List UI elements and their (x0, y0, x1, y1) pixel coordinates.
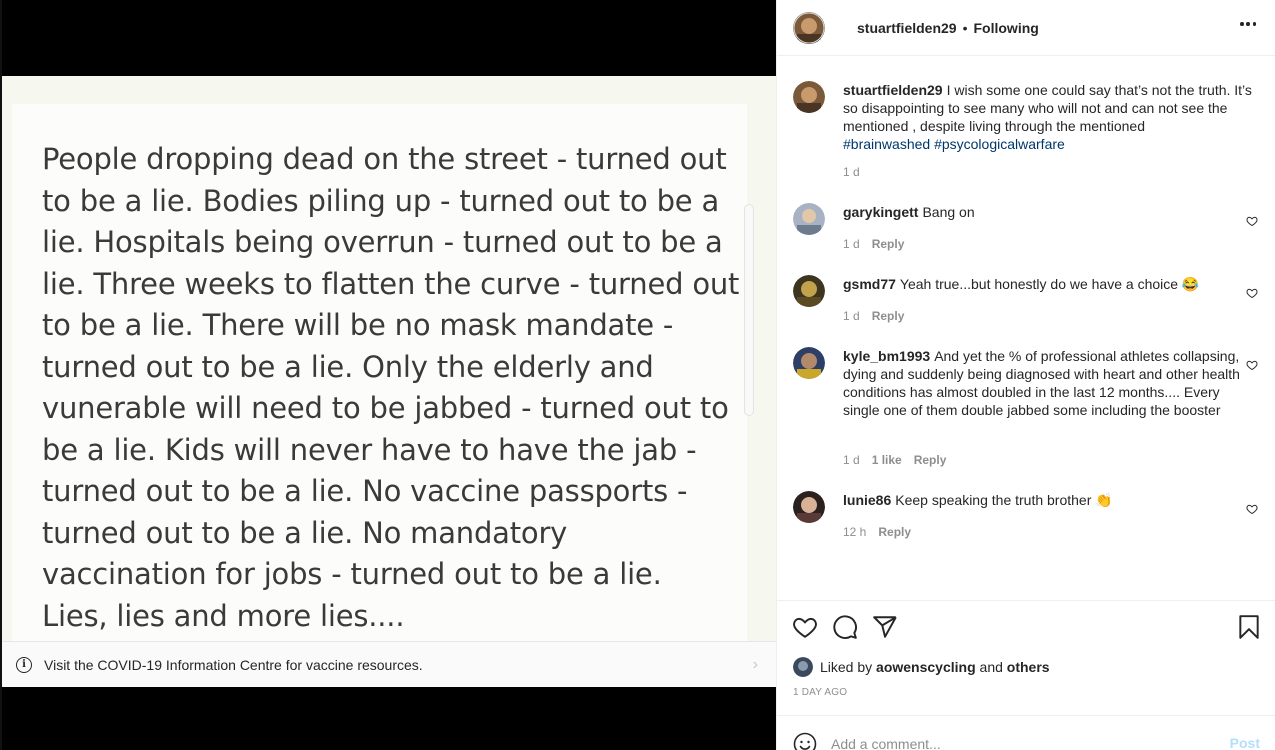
image-text-line: to be a lie. Bodies piling up - turned o… (42, 183, 720, 218)
avatar[interactable] (793, 11, 825, 44)
liked-others-link[interactable]: others (1007, 659, 1050, 675)
caption: stuartfielden29 I wish some one could say… (793, 81, 1253, 211)
heart-icon[interactable] (1246, 215, 1258, 227)
comment-meta: 1 d 1 like Reply (843, 453, 946, 467)
avatar[interactable] (793, 657, 813, 677)
info-icon: i (16, 656, 32, 673)
post-timestamp[interactable]: 1 DAY AGO (793, 687, 847, 698)
liked-and: and (979, 659, 1003, 675)
separator-dot: • (962, 19, 968, 36)
header-username[interactable]: stuartfielden29 (857, 20, 957, 36)
post-media: People dropping dead on the street - tur… (0, 0, 776, 750)
caption-username[interactable]: stuartfielden29 (843, 82, 943, 98)
heart-icon[interactable] (792, 614, 818, 640)
image-text-line: turned out to be a lie. Only the elderly… (42, 349, 654, 384)
covid-banner-text: Visit the COVID-19 Information Centre fo… (44, 656, 423, 673)
chevron-right-icon: › (752, 656, 758, 673)
image-text-line: turned out to be a lie. No mandatory (42, 515, 568, 550)
liked-user-link[interactable]: aowenscycling (876, 659, 976, 675)
following-button[interactable]: Following (974, 20, 1039, 36)
hashtag-part: #psycological (934, 136, 1019, 152)
image-text-line: People dropping dead on the street - tur… (42, 142, 727, 176)
hashtag-link[interactable]: #psycologicalwarfare (934, 136, 1065, 152)
image-text-line: vaccination for jobs - turned out to be … (42, 557, 662, 591)
comment-time[interactable]: 1 d (843, 453, 860, 467)
comment-meta: 1 d Reply (843, 237, 904, 251)
comment-time[interactable]: 1 d (843, 309, 860, 323)
comment-username[interactable]: gsmd77 (843, 276, 896, 292)
comment-username[interactable]: kyle_bm1993 (843, 348, 930, 364)
emoji-icon[interactable] (793, 732, 817, 750)
avatar[interactable] (793, 491, 825, 523)
comment-text: Keep speaking the truth brother 👏 (895, 492, 1113, 508)
post-image[interactable]: People dropping dead on the street - tur… (2, 76, 776, 641)
reply-button[interactable]: Reply (878, 525, 911, 539)
reply-button[interactable]: Reply (872, 237, 905, 251)
heart-icon[interactable] (1246, 287, 1258, 299)
heart-icon[interactable] (1246, 503, 1258, 515)
avatar[interactable] (793, 81, 825, 113)
reply-button[interactable]: Reply (914, 453, 947, 467)
image-text-line: to be a lie. There will be no mask manda… (42, 308, 674, 342)
comment-item: garykingett Bang on 1 d Reply (793, 203, 1258, 263)
comment-time[interactable]: 12 h (843, 525, 866, 539)
comment-body: gsmd77 Yeah true...but honestly do we hav… (843, 275, 1253, 293)
comment-meta: 12 h Reply (843, 525, 911, 539)
comment-item: lunie86 Keep speaking the truth brother 👏… (793, 491, 1258, 551)
image-text: People dropping dead on the street - tur… (42, 139, 740, 637)
covid-info-banner[interactable]: i Visit the COVID-19 Information Centre … (2, 641, 776, 687)
image-text-line: vunerable will need to be jabbed - turne… (42, 391, 729, 425)
comment-time[interactable]: 1 d (843, 237, 860, 251)
share-icon[interactable] (872, 614, 898, 640)
reply-button[interactable]: Reply (872, 309, 905, 323)
comment-text: Yeah true...but honestly do we have a ch… (899, 276, 1200, 292)
caption-time[interactable]: 1 d (843, 165, 860, 179)
comment-body: garykingett Bang on (843, 203, 1253, 221)
post-panel: stuartfielden29 • Following stuartfielde… (776, 0, 1275, 750)
image-text-line: turned out to be a lie. No vaccine passp… (42, 474, 688, 508)
image-text-line: lie. Three weeks to flatten the curve - … (42, 266, 740, 301)
comment-username[interactable]: lunie86 (843, 492, 891, 508)
add-comment-bar: Post (777, 715, 1275, 750)
avatar[interactable] (793, 347, 825, 379)
avatar[interactable] (793, 203, 825, 235)
comment-item: gsmd77 Yeah true...but honestly do we hav… (793, 275, 1258, 335)
more-options-icon[interactable] (1240, 22, 1256, 26)
liked-by: Liked by aowenscycling and others (793, 657, 1050, 677)
avatar[interactable] (793, 275, 825, 307)
post-header: stuartfielden29 • Following (777, 0, 1275, 56)
comment-input[interactable] (831, 733, 1201, 750)
image-text-line: be a lie. Kids will never have to have t… (42, 432, 697, 467)
heart-icon[interactable] (1246, 359, 1258, 371)
image-text-line: lie. Hospitals being overrun - turned ou… (42, 225, 723, 259)
comment-body: lunie86 Keep speaking the truth brother 👏 (843, 491, 1253, 509)
comment-username[interactable]: garykingett (843, 204, 918, 220)
hashtag-link[interactable]: #brainwashed (843, 136, 930, 152)
comment-body: kyle_bm1993 And yet the % of professional… (843, 347, 1253, 419)
comment-icon[interactable] (832, 614, 858, 640)
hashtag-part: warfare (1018, 136, 1065, 152)
comments-list: stuartfielden29 I wish some one could say… (777, 57, 1275, 600)
post-button[interactable]: Post (1230, 735, 1260, 750)
comment-text: Bang on (922, 204, 975, 220)
image-paper: People dropping dead on the street - tur… (12, 104, 754, 641)
caption-body: stuartfielden29 I wish some one could say… (843, 81, 1253, 153)
image-text-line: Lies, lies and more lies.... (42, 598, 405, 633)
liked-prefix: Liked by (820, 659, 873, 675)
comment-likes[interactable]: 1 like (872, 453, 902, 467)
image-scrollbar (744, 204, 754, 416)
caption-meta: 1 d (843, 165, 860, 179)
comment-meta: 1 d Reply (843, 309, 904, 323)
bookmark-icon[interactable] (1236, 614, 1262, 640)
post-actions: Liked by aowenscycling and others 1 DAY … (777, 600, 1275, 720)
comment-item: kyle_bm1993 And yet the % of professional… (793, 347, 1258, 477)
